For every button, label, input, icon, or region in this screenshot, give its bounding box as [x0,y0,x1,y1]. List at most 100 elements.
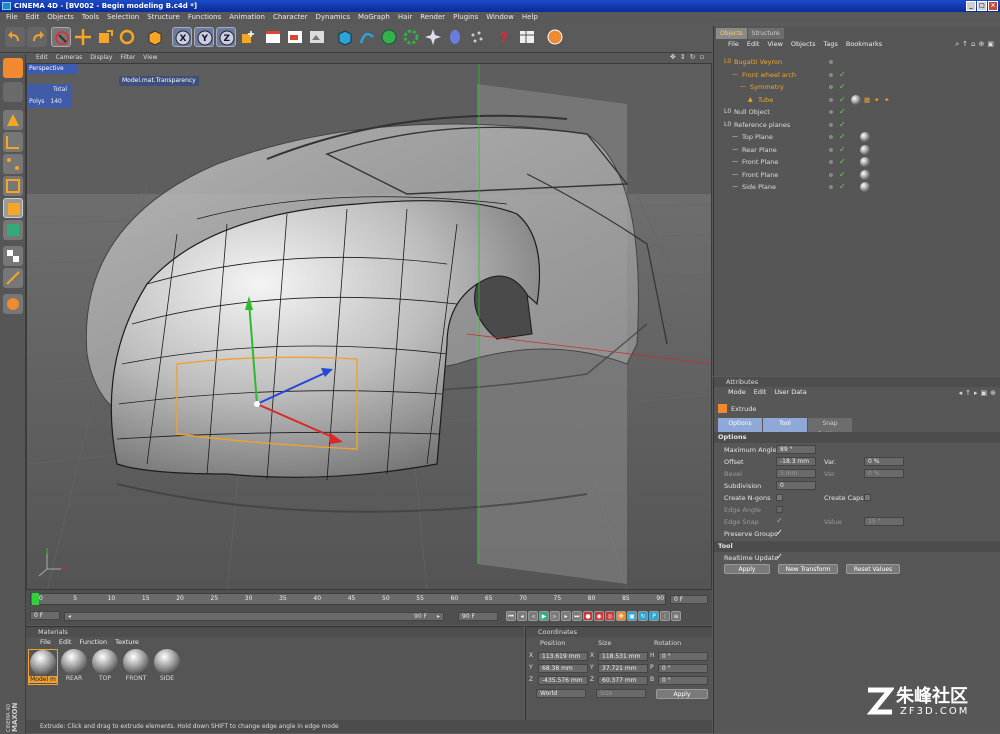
go-start-icon[interactable]: ⏮ [506,611,516,621]
enabled-check-icon[interactable]: ✓ [839,94,846,107]
position-key-icon[interactable]: ✥ [616,611,626,621]
edge-snap-checkbox[interactable]: ✓ [776,516,783,525]
range-right-arrow[interactable]: ▸ [437,613,440,621]
coordinate-system-icon[interactable] [238,27,258,47]
tab-structure[interactable]: Structure [747,28,784,39]
max-angle-field[interactable]: 89 ° [776,445,816,454]
offset-field[interactable]: -18.3 mm [776,457,816,466]
objects-menu-tags[interactable]: Tags [823,39,837,50]
render-picture-viewer-icon[interactable] [307,27,327,47]
visibility-dot[interactable] [829,135,833,139]
objects-menu-view[interactable]: View [767,39,782,50]
material-item[interactable]: REAR [59,649,89,685]
maximize-button[interactable]: □ [977,1,987,11]
new-view-icon[interactable]: ⊕ [979,40,985,49]
prev-frame-icon[interactable]: ◃ [528,611,538,621]
zoom-icon[interactable]: ⇕ [680,53,686,63]
lock-icon[interactable]: ▣ [987,40,994,49]
minimize-button[interactable]: _ [966,1,976,11]
object-row[interactable]: L0 Reference planes ✓ [714,119,1000,132]
menu-dynamics[interactable]: Dynamics [316,12,351,23]
render-region-icon[interactable] [285,27,305,47]
deformer-icon[interactable] [445,27,465,47]
preview-range-slider[interactable]: ◂ ▸ 90 F [64,612,444,621]
undo-icon[interactable] [5,27,25,47]
enabled-check-icon[interactable]: ✓ [839,131,846,144]
rotation-field[interactable]: 0 ° [658,652,708,661]
cube-icon[interactable] [335,27,355,47]
menu-mograph[interactable]: MoGraph [358,12,390,23]
nurbs-icon[interactable] [379,27,399,47]
enabled-check-icon[interactable]: ✓ [839,169,846,182]
use-points-icon[interactable] [3,154,23,174]
material-tag-icon[interactable] [860,182,870,192]
up-arrow-icon[interactable]: ↑ [962,40,968,49]
forward-arrow-icon[interactable]: ▸ [974,389,978,397]
material-tag-icon[interactable] [860,169,870,180]
size-field[interactable]: 118.531 mm [598,652,648,661]
viewport-menu-view[interactable]: View [143,53,157,63]
current-frame-field[interactable]: 0 F [670,595,708,604]
material-tag-icon[interactable] [860,157,870,167]
scale-key-icon[interactable]: ▣ [627,611,637,621]
objects-menu-bookmarks[interactable]: Bookmarks [846,39,882,50]
menu-plugins[interactable]: Plugins [453,12,478,23]
record-icon[interactable]: ● [583,611,593,621]
position-field[interactable]: 68.38 mm [538,664,588,673]
objects-menu-objects[interactable]: Objects [791,39,816,50]
material-tag-icon[interactable] [851,94,861,105]
material-item[interactable]: SIDE [152,649,182,685]
menu-animation[interactable]: Animation [229,12,265,23]
objects-menu-edit[interactable]: Edit [747,39,760,50]
materials-menu-function[interactable]: Function [79,637,107,648]
preserve-groups-checkbox[interactable]: ✓ [776,528,783,537]
rotation-key-icon[interactable]: ↻ [638,611,648,621]
object-row[interactable]: — Front Plane ✓ [714,156,1000,169]
y-axis-icon[interactable]: Y [194,27,214,47]
autokey-icon[interactable]: ◉ [594,611,604,621]
search-icon[interactable]: ⌕ [955,40,959,49]
use-texture-axis-icon[interactable] [3,132,23,152]
play-icon[interactable]: ▶ [539,611,549,621]
apply-button[interactable]: Apply [724,564,770,574]
rotate-icon[interactable] [117,27,137,47]
enabled-check-icon[interactable]: ✓ [839,144,846,157]
create-ngons-checkbox[interactable] [776,494,783,501]
playhead[interactable] [32,593,39,605]
menu-selection[interactable]: Selection [107,12,139,23]
object-row[interactable]: — Top Plane ✓ [714,131,1000,144]
prev-key-icon[interactable]: ◂ [517,611,527,621]
menu-functions[interactable]: Functions [188,12,221,23]
range-left-arrow[interactable]: ◂ [68,613,71,621]
keyframe-selection-icon[interactable]: ◎ [605,611,615,621]
viewport-menu-display[interactable]: Display [90,53,112,63]
subdivision-field[interactable]: 0 [776,481,816,490]
orbit-icon[interactable]: ↻ [690,53,696,63]
lock-icon[interactable]: ▣ [981,389,988,397]
viewport-menu-cameras[interactable]: Cameras [56,53,83,63]
attributes-menu-mode[interactable]: Mode [728,387,746,398]
array-icon[interactable] [401,27,421,47]
visibility-dot[interactable] [829,60,833,64]
objects-menu-file[interactable]: File [728,39,739,50]
object-row[interactable]: L0 Null Object ✓ [714,106,1000,119]
home-icon[interactable]: ⌂ [971,40,975,49]
spline-pen-icon[interactable] [357,27,377,47]
visibility-dot[interactable] [829,147,833,152]
materials-menu-file[interactable]: File [40,637,51,648]
visibility-dot[interactable] [829,185,833,189]
move-icon[interactable] [73,27,93,47]
param-key-icon[interactable]: P [649,611,659,621]
rotation-field[interactable]: 0 ° [658,664,708,673]
menu-render[interactable]: Render [420,12,445,23]
reset-values-button[interactable]: Reset Values [846,564,900,574]
layout-icon[interactable] [517,27,537,47]
attributes-menu-edit[interactable]: Edit [754,387,767,398]
materials-menu-texture[interactable]: Texture [115,637,139,648]
checker-tag-icon[interactable]: ▦ [864,94,870,107]
material-tag-icon[interactable] [860,132,870,142]
go-end-icon[interactable]: ⏭ [572,611,582,621]
coordinate-mode-select[interactable]: World [536,689,586,698]
object-row[interactable]: — Rear Plane ✓ [714,144,1000,157]
object-row[interactable]: — Front Plane ✓ [714,169,1000,182]
